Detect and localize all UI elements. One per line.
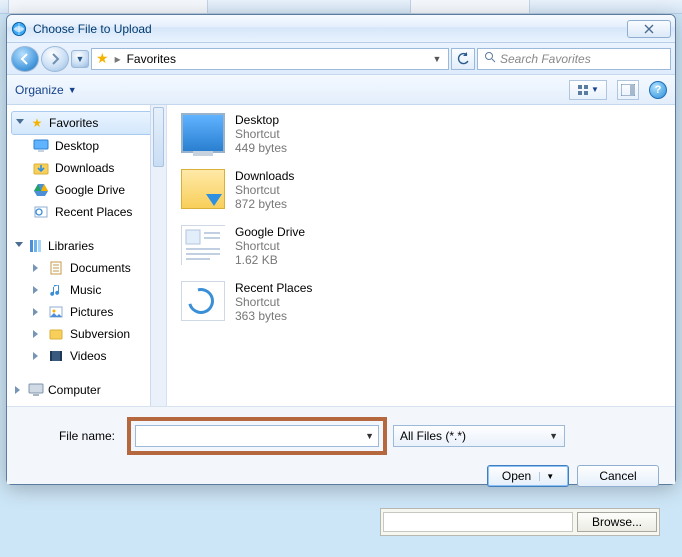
open-button[interactable]: Open ▼ [487,465,569,487]
filename-input[interactable]: ▼ [135,425,379,447]
sidebar-item-subversion[interactable]: Subversion [11,323,166,345]
expand-icon[interactable] [16,119,25,128]
view-button[interactable]: ▼ [569,80,607,100]
downloads-shortcut-icon [181,169,225,209]
computer-icon [28,382,44,398]
expand-icon[interactable] [33,286,42,295]
toolbar: Organize ▼ ▼ ? [7,75,675,105]
host-file-input: Browse... [380,508,660,536]
browse-button[interactable]: Browse... [577,512,657,532]
libraries-icon [28,238,44,254]
chevron-down-icon[interactable]: ▼ [365,431,374,441]
sidebar-item-recent-places[interactable]: Recent Places [11,201,166,223]
sidebar-scrollbar[interactable] [150,105,166,406]
ie-icon [11,21,27,37]
close-button[interactable] [627,20,671,38]
expand-icon[interactable] [33,264,42,273]
breadcrumb-location[interactable]: Favorites [127,52,176,66]
sidebar: ★ Favorites Desktop Downloads Google Dri… [7,105,167,406]
star-icon: ★ [96,50,109,67]
sidebar-item-desktop[interactable]: Desktop [11,135,166,157]
music-icon [48,282,64,298]
help-button[interactable]: ? [649,81,667,99]
sidebar-libraries[interactable]: Libraries [11,235,166,257]
sidebar-item-downloads[interactable]: Downloads [11,157,166,179]
file-item-google-drive[interactable]: Google Drive Shortcut 1.62 KB [181,225,667,267]
star-icon: ★ [29,115,45,131]
downloads-icon [33,160,49,176]
refresh-button[interactable] [451,48,475,70]
documents-icon [48,260,64,276]
history-dropdown[interactable]: ▼ [71,50,89,68]
address-bar[interactable]: ★ ▸ Favorites ▼ [91,48,449,70]
subversion-icon [48,326,64,342]
recent-places-shortcut-icon [181,281,225,321]
split-chevron-icon[interactable]: ▼ [539,472,554,481]
sidebar-item-pictures[interactable]: Pictures [11,301,166,323]
sidebar-favorites[interactable]: ★ Favorites [11,111,166,135]
expand-icon[interactable] [15,386,24,395]
titlebar[interactable]: Choose File to Upload [7,15,675,43]
file-item-recent-places[interactable]: Recent Places Shortcut 363 bytes [181,281,667,323]
file-item-downloads[interactable]: Downloads Shortcut 872 bytes [181,169,667,211]
expand-icon[interactable] [15,242,24,251]
filename-label: File name: [21,429,121,443]
file-type-filter[interactable]: All Files (*.*) ▼ [393,425,565,447]
host-filepath-field[interactable] [383,512,573,532]
chevron-down-icon: ▼ [68,85,77,95]
recent-icon [33,204,49,220]
background-tab [8,0,208,14]
forward-button[interactable] [41,46,69,72]
preview-pane-button[interactable] [617,80,639,100]
back-button[interactable] [11,46,39,72]
search-input[interactable]: Search Favorites [477,48,671,70]
file-dialog: Choose File to Upload ▼ ★ ▸ Favorites ▼ … [6,14,676,485]
sidebar-computer[interactable]: Computer [11,379,166,401]
cancel-button[interactable]: Cancel [577,465,659,487]
search-icon [484,51,496,66]
sidebar-item-google-drive[interactable]: Google Drive [11,179,166,201]
bottom-panel: File name: ▼ All Files (*.*) ▼ Open ▼ Ca… [7,406,675,484]
expand-icon[interactable] [33,352,42,361]
chevron-down-icon: ▼ [549,431,558,441]
scrollbar-thumb[interactable] [153,107,164,167]
google-drive-icon [33,182,49,198]
google-drive-shortcut-icon [181,225,225,265]
desktop-shortcut-icon [181,113,225,153]
expand-icon[interactable] [33,308,42,317]
address-dropdown[interactable]: ▼ [430,54,444,64]
nav-row: ▼ ★ ▸ Favorites ▼ Search Favorites [7,43,675,75]
filename-highlight: ▼ [127,417,387,455]
file-item-desktop[interactable]: Desktop Shortcut 449 bytes [181,113,667,155]
dialog-title: Choose File to Upload [33,22,627,36]
breadcrumb-sep: ▸ [115,52,121,66]
file-list[interactable]: Desktop Shortcut 449 bytes Downloads Sho… [167,105,675,406]
background-tab [410,0,530,14]
videos-icon [48,348,64,364]
organize-menu[interactable]: Organize ▼ [15,83,77,97]
sidebar-item-music[interactable]: Music [11,279,166,301]
pictures-icon [48,304,64,320]
expand-icon[interactable] [33,330,42,339]
sidebar-item-documents[interactable]: Documents [11,257,166,279]
desktop-icon [33,138,49,154]
sidebar-item-videos[interactable]: Videos [11,345,166,367]
search-placeholder: Search Favorites [500,52,591,66]
